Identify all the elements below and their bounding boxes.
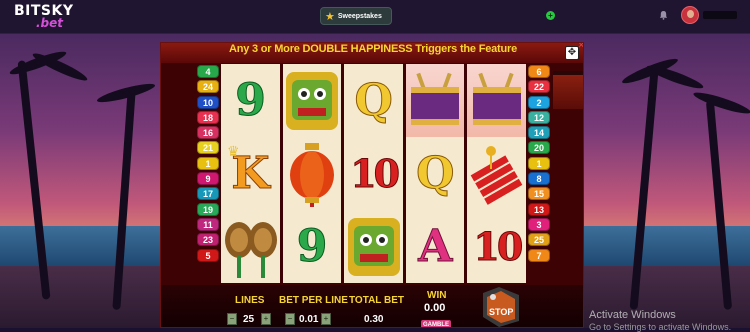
payline-indicator-left-21[interactable]: 21	[197, 141, 219, 155]
nine-symbol: 9	[235, 74, 267, 126]
lines-increase-button[interactable]: +	[261, 313, 271, 325]
lion-dance-icon	[286, 71, 339, 130]
payline-indicator-right-8[interactable]: 8	[528, 172, 550, 186]
payline-indicator-left-23[interactable]: 23	[197, 233, 219, 247]
queen-symbol: Q	[416, 147, 455, 199]
reel-1: 9 ♛ K	[221, 64, 280, 283]
payline-indicator-right-1[interactable]: 1	[528, 156, 550, 170]
reel-symbol-ten: 10	[467, 210, 526, 283]
ace-symbol: A	[418, 220, 453, 272]
sweepstakes-button[interactable]: ★ Sweepstakes	[320, 7, 392, 25]
reel-symbol-lion	[344, 210, 403, 283]
pagoda-decoration	[553, 71, 583, 109]
payline-indicator-right-7[interactable]: 7	[528, 248, 550, 262]
queen-symbol: Q	[354, 74, 393, 126]
top-navigation-bar: BITSKY .bet ★ Sweepstakes +	[0, 0, 750, 34]
payline-indicator-left-4[interactable]: 4	[197, 65, 219, 78]
payline-indicator-right-13[interactable]: 13	[528, 202, 550, 216]
reel-2: 9	[282, 64, 342, 283]
bet-decrease-button[interactable]: −	[285, 313, 295, 325]
bet-per-line-label: BET PER LINE	[279, 295, 348, 306]
reel-4: Q A	[405, 64, 465, 283]
payline-indicator-left-24[interactable]: 24	[197, 80, 219, 94]
gamble-button[interactable]: GAMBLE	[421, 320, 451, 327]
slot-game-frame: Any 3 or More DOUBLE HAPPINESS Triggers …	[160, 42, 584, 328]
reel-symbol-queen: Q	[344, 64, 403, 137]
nine-symbol: 9	[296, 220, 328, 272]
win-label: WIN	[427, 290, 447, 301]
add-funds-button[interactable]: +	[546, 11, 555, 20]
palm-frond	[691, 88, 750, 118]
reel-symbol-queen: Q	[406, 137, 465, 210]
payline-indicator-left-11[interactable]: 11	[197, 217, 219, 231]
feature-banner: Any 3 or More DOUBLE HAPPINESS Triggers …	[161, 43, 583, 63]
control-panel: LINES − 25 + BET PER LINE − 0.01 + TOTAL…	[161, 285, 583, 327]
lines-label: LINES	[235, 295, 265, 306]
payline-indicator-right-3[interactable]: 3	[528, 217, 550, 231]
reel-symbol-firecrackers	[467, 137, 526, 210]
lines-value: 25	[243, 314, 255, 325]
payline-indicator-right-2[interactable]: 2	[528, 95, 550, 109]
reel-symbol-nine: 9	[221, 64, 280, 137]
left-payline-indicators: 4 24 10 18 16 21 1 9 17 19 11 23 5	[197, 65, 219, 264]
logo-subtext: .bet	[36, 16, 64, 30]
ten-symbol: 10	[473, 223, 524, 269]
reel-symbol-nine: 9	[283, 210, 342, 283]
reel-symbol-ten: 10	[344, 137, 403, 210]
payline-indicator-left-19[interactable]: 19	[197, 202, 219, 216]
close-icon[interactable]: ✕	[577, 43, 583, 51]
total-bet-label: TOTAL BET	[349, 295, 404, 306]
win-value: 0.00	[424, 302, 446, 314]
payline-indicator-left-9[interactable]: 9	[197, 172, 219, 186]
payline-indicator-right-12[interactable]: 12	[528, 110, 550, 124]
payline-indicator-right-25[interactable]: 25	[528, 233, 550, 247]
bet-increase-button[interactable]: +	[321, 313, 331, 325]
lion-dance-icon	[347, 217, 400, 276]
avatar[interactable]	[681, 6, 699, 24]
payline-indicator-left-17[interactable]: 17	[197, 187, 219, 201]
payline-indicator-right-20[interactable]: 20	[528, 141, 550, 155]
reel-area: 9 ♛ K 9 Q 10 Q A 10	[221, 64, 526, 283]
lines-decrease-button[interactable]: −	[227, 313, 237, 325]
crown-icon: ♛	[227, 143, 240, 159]
reel-symbol-lantern	[283, 137, 342, 210]
drum-icon	[411, 72, 460, 125]
activate-windows-title: Activate Windows	[589, 309, 676, 321]
reel-symbol-cymbals	[221, 210, 280, 283]
username-redacted[interactable]	[703, 11, 737, 19]
right-payline-indicators: 6 22 2 12 14 20 1 8 15 13 3 25 7	[528, 65, 550, 264]
reel-5: 10	[467, 64, 526, 283]
lantern-icon	[290, 142, 335, 207]
firecrackers-icon	[470, 145, 523, 205]
payline-indicator-left-18[interactable]: 18	[197, 110, 219, 124]
payline-indicator-right-15[interactable]: 15	[528, 187, 550, 201]
sweepstakes-label: Sweepstakes	[337, 12, 382, 20]
reel-symbol-lion	[283, 64, 342, 137]
payline-indicator-left-10[interactable]: 10	[197, 95, 219, 109]
bet-per-line-value: 0.01	[299, 314, 319, 325]
avatar-face	[687, 10, 694, 18]
reel-symbol-ace: A	[406, 210, 465, 283]
cymbals-icon	[224, 221, 277, 278]
payline-indicator-left-16[interactable]: 16	[197, 126, 219, 140]
payline-indicator-left-5[interactable]: 5	[197, 248, 219, 262]
payline-indicator-right-22[interactable]: 22	[528, 80, 550, 94]
drum-icon	[472, 72, 521, 125]
star-icon: ★	[325, 10, 335, 23]
bell-icon[interactable]	[659, 10, 668, 20]
reel-symbol-drum	[467, 64, 526, 137]
payline-indicator-right-14[interactable]: 14	[528, 126, 550, 140]
total-bet-value: 0.30	[364, 314, 384, 325]
activate-windows-subtitle: Go to Settings to activate Windows.	[589, 322, 732, 332]
reel-symbol-king: ♛ K	[221, 137, 280, 210]
reel-3: Q 10	[344, 64, 403, 283]
ten-symbol: 10	[350, 150, 401, 196]
stop-label: STOP	[489, 307, 514, 317]
site-logo[interactable]: BITSKY .bet	[14, 3, 76, 31]
payline-indicator-left-1[interactable]: 1	[197, 156, 219, 170]
reel-symbol-drum	[405, 64, 465, 137]
payline-indicator-right-6[interactable]: 6	[528, 65, 550, 78]
